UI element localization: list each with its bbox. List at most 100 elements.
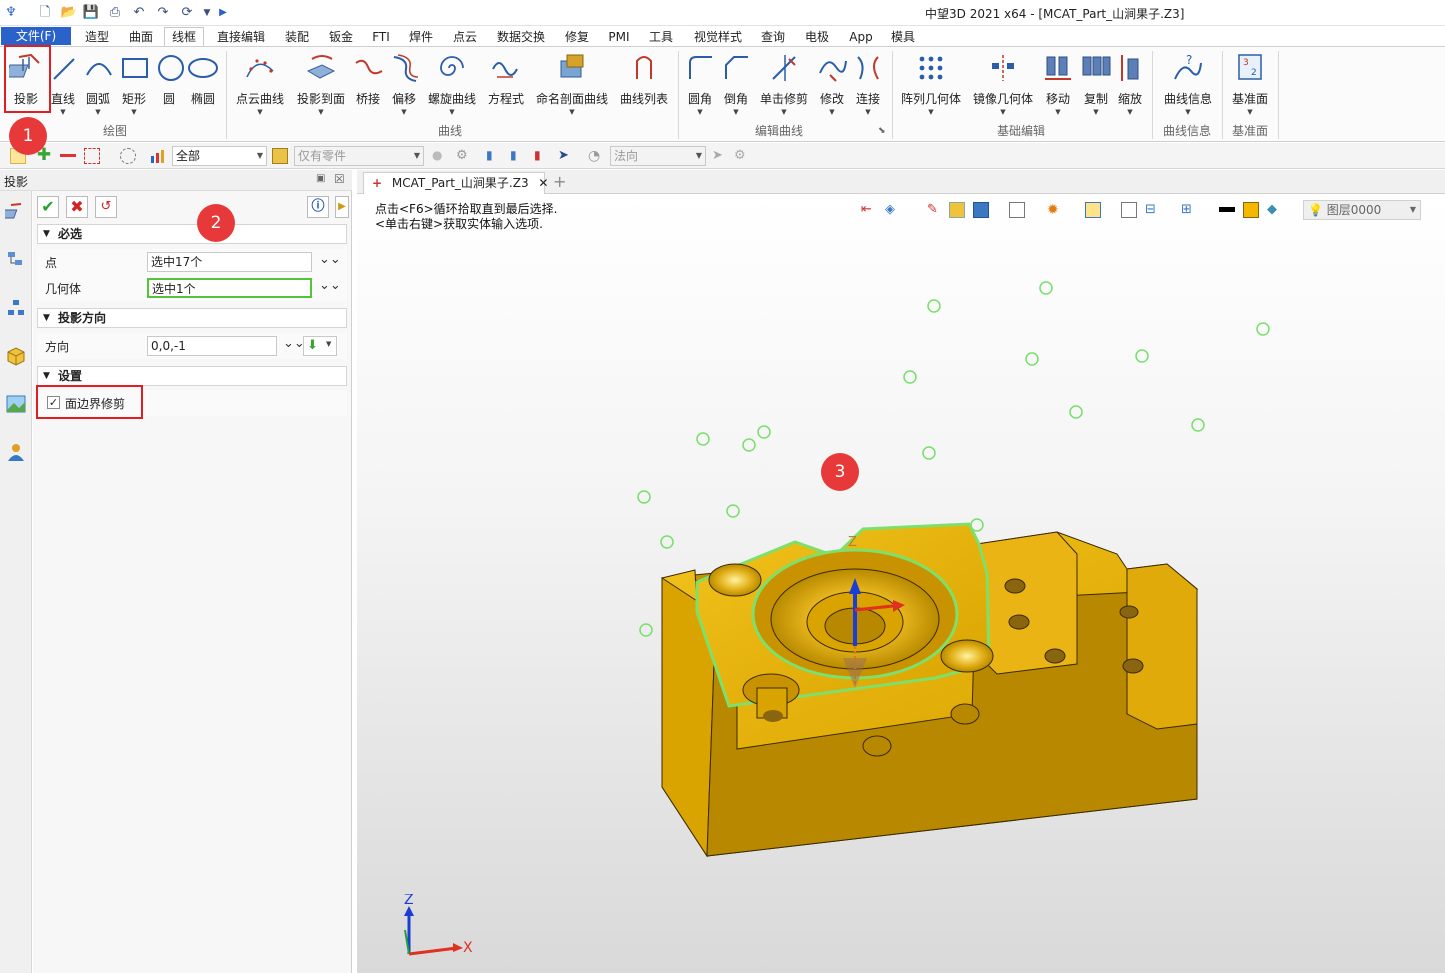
info-icon[interactable]: ⓘ [307, 196, 329, 218]
chamfer-button[interactable]: 倒角 ▼ [720, 51, 752, 121]
scale-button[interactable]: 缩放 ▼ [1114, 51, 1146, 121]
direction-select[interactable]: 法向 ▼ [610, 146, 706, 166]
print-icon[interactable]: ⎙ [106, 4, 124, 22]
circle-button[interactable]: 圆 [154, 51, 184, 121]
menu-fti[interactable]: FTI [366, 28, 396, 46]
rectangle-dropdown-icon[interactable]: ▼ [118, 108, 150, 116]
part-model[interactable]: Z [357, 194, 1445, 973]
project-to-face-button[interactable]: 投影到面 ▼ [294, 51, 348, 121]
cancel-x-icon[interactable]: ✖ [66, 196, 88, 218]
pointer-icon[interactable]: ➤ [712, 148, 728, 164]
close-panel-icon[interactable]: ☒ [334, 172, 345, 186]
arc-dropdown-icon[interactable]: ▼ [82, 108, 114, 116]
pattern-dropdown-icon[interactable]: ▼ [898, 108, 964, 116]
pattern-geometry-button[interactable]: 阵列几何体 ▼ [898, 51, 964, 121]
assembly-tree-icon[interactable] [5, 297, 27, 319]
menu-sheetmetal[interactable]: 钣金 [324, 28, 358, 46]
box-select-icon[interactable] [84, 148, 100, 164]
geometry-expand-icon[interactable]: ⌄⌄ [319, 278, 341, 293]
image-view-icon[interactable] [5, 393, 27, 415]
open-file-icon[interactable]: 📂 [60, 4, 78, 22]
curve-list-button[interactable]: 曲线列表 [616, 51, 672, 121]
geometry-field[interactable]: 选中1个 [147, 278, 312, 298]
helix-dropdown-icon[interactable]: ▼ [424, 108, 480, 116]
menu-surface[interactable]: 曲面 [124, 28, 158, 46]
section-settings[interactable]: ▼ 设置 [37, 366, 347, 386]
align-icon-1[interactable]: ▮ [486, 148, 502, 164]
menu-app[interactable]: App [844, 28, 878, 46]
copy-button[interactable]: 复制 ▼ [1078, 51, 1114, 121]
point-field[interactable]: 选中17个 [147, 252, 312, 272]
ok-check-icon[interactable]: ✔ [37, 196, 59, 218]
click-trim-button[interactable]: 单击修剪 ▼ [756, 51, 812, 121]
close-tab-icon[interactable]: ✕ [538, 176, 548, 190]
scope-select[interactable]: 仅有零件 ▼ [294, 146, 424, 166]
menu-query[interactable]: 查询 [756, 28, 790, 46]
mirror-geometry-button[interactable]: 镜像几何体 ▼ [970, 51, 1036, 121]
undo-icon[interactable]: ↶ [130, 4, 148, 22]
more-arrow-icon[interactable]: ▶ [214, 4, 232, 22]
direction-field[interactable]: 0,0,-1 [147, 336, 277, 356]
gear-icon[interactable]: ⚙ [734, 148, 750, 164]
project-face-dropdown-icon[interactable]: ▼ [294, 108, 348, 116]
menu-electrode[interactable]: 电极 [800, 28, 834, 46]
helix-button[interactable]: 螺旋曲线 ▼ [424, 51, 480, 121]
clock-icon[interactable]: ◔ [588, 148, 604, 164]
apply-icon[interactable]: ↺ [95, 196, 117, 218]
menu-tools[interactable]: 工具 [644, 28, 678, 46]
menu-direct-edit[interactable]: 直接编辑 [212, 28, 270, 46]
menu-pmi[interactable]: PMI [604, 28, 634, 46]
redo-icon[interactable]: ↷ [154, 4, 172, 22]
scale-dropdown-icon[interactable]: ▼ [1114, 108, 1146, 116]
history-tree-icon[interactable] [5, 249, 27, 271]
menu-visual-style[interactable]: 视觉样式 [688, 28, 748, 46]
user-role-icon[interactable] [5, 441, 27, 463]
pointcloud-curve-button[interactable]: 点云曲线 ▼ [232, 51, 288, 121]
offset-button[interactable]: 偏移 ▼ [388, 51, 420, 121]
equation-button[interactable]: 方程式 [484, 51, 528, 121]
dialog-launcher-icon[interactable]: ⬊ [878, 126, 886, 136]
menu-wireframe[interactable]: 线框 [164, 27, 204, 46]
move-dropdown-icon[interactable]: ▼ [1040, 108, 1076, 116]
pointcloud-dropdown-icon[interactable]: ▼ [232, 108, 288, 116]
arc-button[interactable]: 圆弧 ▼ [82, 51, 114, 121]
section-required[interactable]: ▼ 必选 [37, 224, 347, 244]
fillet-dropdown-icon[interactable]: ▼ [684, 108, 716, 116]
connect-button[interactable]: 连接 ▼ [852, 51, 884, 121]
bridge-button[interactable]: 桥接 [352, 51, 384, 121]
offset-dropdown-icon[interactable]: ▼ [388, 108, 420, 116]
modify-button[interactable]: 修改 ▼ [816, 51, 848, 121]
connect-dropdown-icon[interactable]: ▼ [852, 108, 884, 116]
move-button[interactable]: 移动 ▼ [1040, 51, 1076, 121]
3d-viewport[interactable]: 点击<F6>循环拾取直到最后选择. <单击右键>获取实体输入选项. ⇤ ◈ ✎ … [357, 194, 1445, 973]
help-arrow-icon[interactable]: ▶ [335, 196, 349, 218]
rectangle-button[interactable]: 矩形 ▼ [118, 51, 150, 121]
direction-expand-icon[interactable]: ⌄⌄ [283, 336, 305, 351]
direction-picker-button[interactable]: ⬇ ▼ [303, 336, 337, 356]
menu-assembly[interactable]: 装配 [280, 28, 314, 46]
fillet-button[interactable]: 圆角 ▼ [684, 51, 716, 121]
new-file-icon[interactable]: 🗋 [36, 4, 54, 22]
ellipse-button[interactable]: 椭圆 [186, 51, 220, 121]
menu-data-exchange[interactable]: 数据交换 [492, 28, 550, 46]
lasso-select-icon[interactable] [120, 148, 136, 164]
line-button[interactable]: 直线 ▼ [48, 51, 78, 121]
snap-icon[interactable]: ● [432, 148, 448, 164]
align-icon-3[interactable]: ▮ [534, 148, 550, 164]
curve-info-dropdown-icon[interactable]: ▼ [1158, 108, 1218, 116]
remove-icon[interactable] [60, 148, 76, 164]
filter-select[interactable]: 全部 ▼ [172, 146, 267, 166]
click-trim-dropdown-icon[interactable]: ▼ [756, 108, 812, 116]
named-section-dropdown-icon[interactable]: ▼ [532, 108, 612, 116]
part-library-icon[interactable] [5, 345, 27, 367]
menu-weldment[interactable]: 焊件 [404, 28, 438, 46]
regen-icon[interactable]: ⟳ [178, 4, 196, 22]
datum-plane-button[interactable]: 32 基准面 ▼ [1226, 51, 1274, 121]
curve-info-button[interactable]: ? 曲线信息 ▼ [1158, 51, 1218, 121]
menu-file[interactable]: 文件(F) [1, 27, 71, 45]
point-expand-icon[interactable]: ⌄⌄ [319, 252, 341, 267]
menu-repair[interactable]: 修复 [560, 28, 594, 46]
menu-pointcloud[interactable]: 点云 [448, 28, 482, 46]
datum-plane-dropdown-icon[interactable]: ▼ [1226, 108, 1274, 116]
named-section-curve-button[interactable]: 命名剖面曲线 ▼ [532, 51, 612, 121]
